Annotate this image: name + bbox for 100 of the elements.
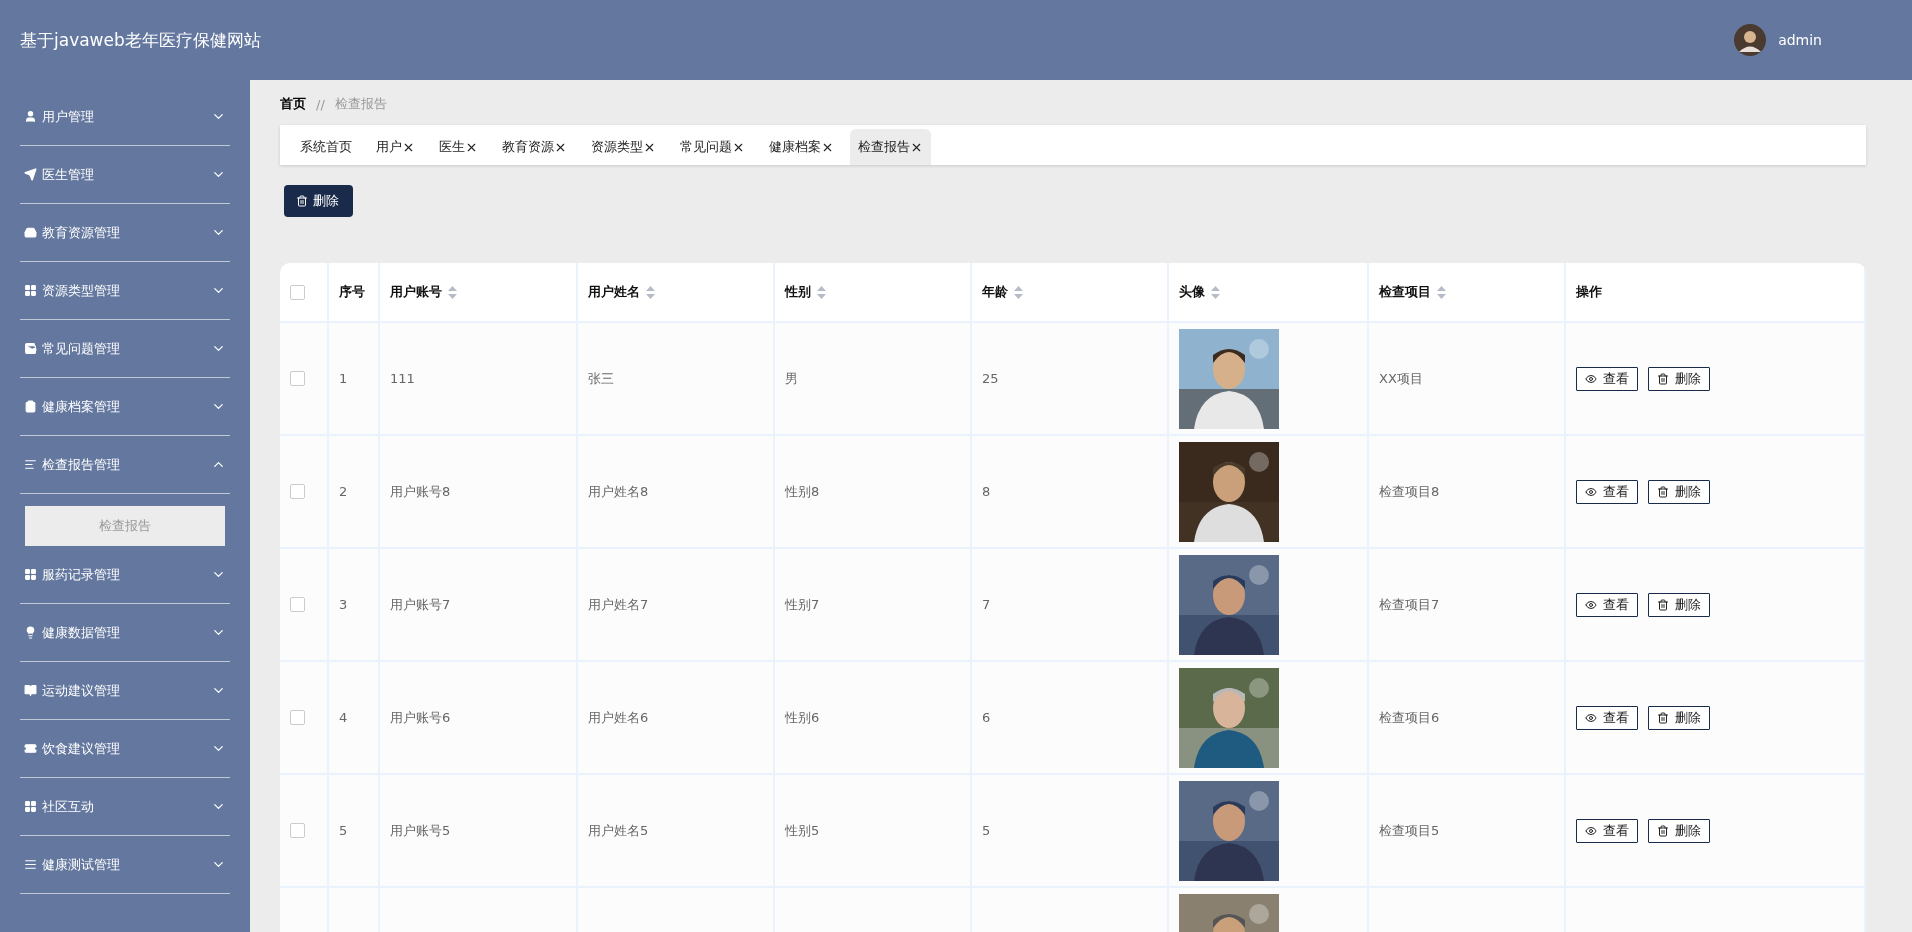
sidebar-item[interactable]: 健康数据管理 <box>20 604 230 662</box>
tab[interactable]: 医生 <box>431 129 486 165</box>
table-cell: 用户姓名6 <box>588 708 649 727</box>
tab[interactable]: 常见问题 <box>672 129 753 165</box>
sidebar-item[interactable]: 医生管理 <box>20 146 230 204</box>
sidebar-item-label: 健康测试管理 <box>42 855 120 874</box>
table-cell: 用户姓名5 <box>588 821 649 840</box>
row-checkbox[interactable] <box>290 484 305 499</box>
tab[interactable]: 系统首页 <box>292 129 360 165</box>
view-button[interactable]: 查看 <box>1576 592 1638 617</box>
sidebar-item[interactable]: 健康档案管理 <box>20 378 230 436</box>
table-cell: 用户账号7 <box>390 595 451 614</box>
tab[interactable]: 教育资源 <box>494 129 575 165</box>
delete-button[interactable]: 删除 <box>1648 479 1710 504</box>
site-title: 基于javaweb老年医疗保健网站 <box>20 28 261 52</box>
wallet-icon <box>24 342 37 355</box>
sidebar-item[interactable]: 运动建议管理 <box>20 662 230 720</box>
table-cell: 张三 <box>588 369 614 388</box>
table-cell: 用户账号6 <box>390 708 451 727</box>
table-cell: 7 <box>982 597 991 612</box>
trash-icon <box>1657 824 1669 837</box>
view-button[interactable]: 查看 <box>1576 479 1638 504</box>
grid-icon <box>24 284 37 297</box>
tab[interactable]: 检查报告 <box>850 129 931 165</box>
sidebar-item-label: 社区互动 <box>42 797 94 816</box>
clipboard-icon <box>24 400 37 413</box>
paper-plane-icon <box>24 168 37 181</box>
table-cell: 25 <box>982 371 999 386</box>
grid-icon <box>24 568 37 581</box>
sidebar-item[interactable]: 常见问题管理 <box>20 320 230 378</box>
sort-icon[interactable] <box>817 285 826 299</box>
eye-icon <box>1585 372 1597 385</box>
sidebar-item[interactable]: 饮食建议管理 <box>20 720 230 778</box>
select-all-checkbox[interactable] <box>290 284 305 300</box>
breadcrumb-item: 检查报告 <box>334 95 387 113</box>
sort-icon[interactable] <box>448 285 457 299</box>
sidebar-item[interactable]: 用户管理 <box>20 88 230 146</box>
table-cell: 检查项目7 <box>1379 595 1440 614</box>
tab[interactable]: 用户 <box>368 129 423 165</box>
person-icon <box>24 110 37 123</box>
table-cell: 检查项目6 <box>1379 708 1440 727</box>
table-cell: 5 <box>982 823 991 838</box>
sort-icon[interactable] <box>646 285 655 299</box>
delete-button[interactable]: 删除 <box>1648 818 1710 843</box>
sidebar-item[interactable]: 服药记录管理 <box>20 546 230 604</box>
row-checkbox[interactable] <box>290 710 305 725</box>
table-cell: 检查项目8 <box>1379 482 1440 501</box>
sidebar-item-label: 教育资源管理 <box>42 223 120 242</box>
table-cell: 用户账号5 <box>390 821 451 840</box>
delete-button[interactable]: 删除 <box>1648 366 1710 391</box>
tab[interactable]: 健康档案 <box>761 129 842 165</box>
menu-icon <box>24 858 37 871</box>
table-cell: 5 <box>339 823 348 838</box>
view-button[interactable]: 查看 <box>1576 366 1638 391</box>
sidebar-item-label: 服药记录管理 <box>42 565 120 584</box>
trash-icon <box>296 195 308 207</box>
column-header: 年龄 <box>982 283 1008 301</box>
lightbulb-icon <box>24 626 37 639</box>
breadcrumb-separator: // <box>316 96 325 112</box>
book-icon <box>24 684 37 697</box>
eye-icon <box>1585 824 1597 837</box>
user-name[interactable]: admin <box>1778 32 1822 48</box>
table-cell: 性别6 <box>785 708 820 727</box>
sidebar-item-label: 运动建议管理 <box>42 681 120 700</box>
table-cell: 用户姓名7 <box>588 595 649 614</box>
delete-button[interactable]: 删除 <box>1648 592 1710 617</box>
sidebar-item[interactable]: 社区互动 <box>20 778 230 836</box>
column-header: 操作 <box>1576 283 1602 301</box>
sort-icon[interactable] <box>1437 285 1446 299</box>
sort-icon[interactable] <box>1211 285 1220 299</box>
column-header: 序号 <box>339 283 365 301</box>
eye-icon <box>1585 485 1597 498</box>
table-cell: 性别5 <box>785 821 820 840</box>
row-checkbox[interactable] <box>290 597 305 612</box>
breadcrumb-item[interactable]: 首页 <box>280 95 306 113</box>
trash-icon <box>1657 598 1669 611</box>
table-cell: 1 <box>339 371 348 386</box>
row-checkbox[interactable] <box>290 823 305 838</box>
trash-icon <box>1657 485 1669 498</box>
sidebar-item[interactable]: 健康测试管理 <box>20 836 230 894</box>
avatar[interactable] <box>1734 24 1767 56</box>
delete-button[interactable]: 删除 <box>1648 705 1710 730</box>
table-cell: 性别8 <box>785 482 820 501</box>
row-checkbox[interactable] <box>290 371 305 386</box>
column-header: 检查项目 <box>1379 283 1431 301</box>
table-cell: 4 <box>339 710 348 725</box>
column-header: 用户账号 <box>390 283 442 301</box>
sidebar-item-label: 健康数据管理 <box>42 623 120 642</box>
sort-icon[interactable] <box>1014 285 1023 299</box>
tab[interactable]: 资源类型 <box>583 129 664 165</box>
sidebar-item[interactable]: 资源类型管理 <box>20 262 230 320</box>
sidebar-item[interactable]: 检查报告管理 <box>20 436 230 494</box>
sidebar-item-label: 饮食建议管理 <box>42 739 120 758</box>
list-icon <box>24 458 37 471</box>
eye-icon <box>1585 598 1597 611</box>
delete-button[interactable]: 删除 <box>284 185 353 217</box>
view-button[interactable]: 查看 <box>1576 705 1638 730</box>
sidebar-item-label: 资源类型管理 <box>42 281 120 300</box>
view-button[interactable]: 查看 <box>1576 818 1638 843</box>
sidebar-item[interactable]: 教育资源管理 <box>20 204 230 262</box>
